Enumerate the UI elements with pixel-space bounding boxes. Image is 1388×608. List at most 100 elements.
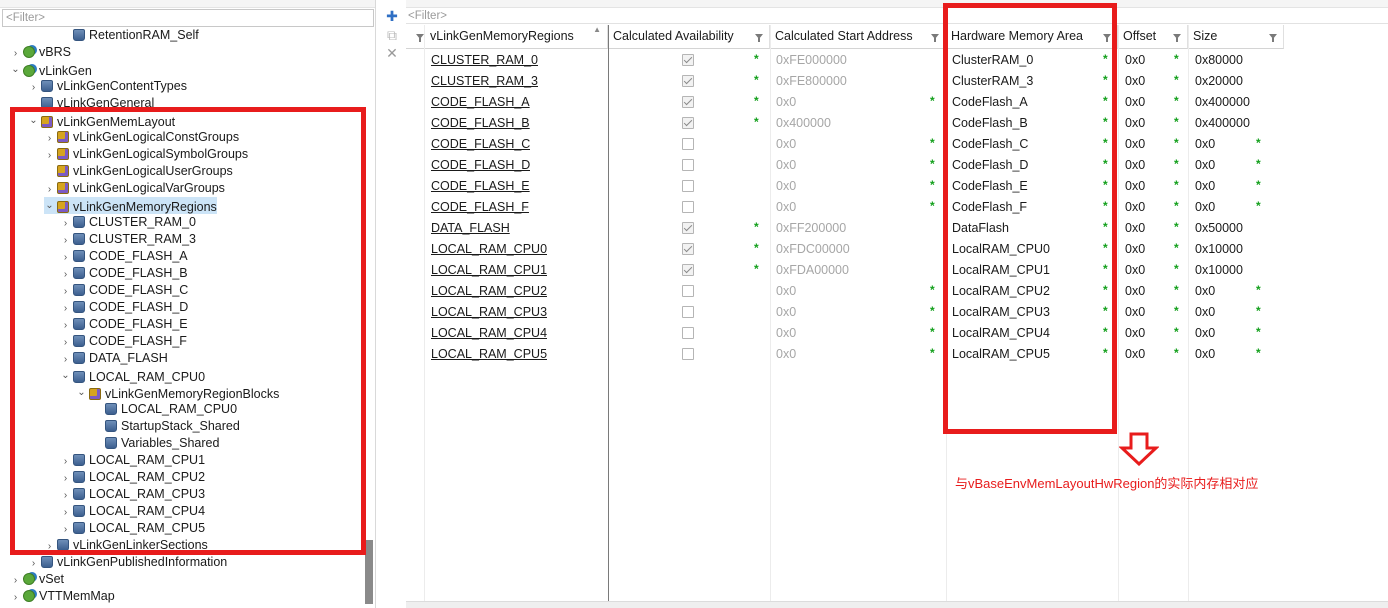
hardware-area-value[interactable]: ClusterRAM_0 bbox=[952, 50, 1033, 71]
hardware-area-value[interactable]: CodeFlash_C bbox=[952, 134, 1028, 155]
availability-checkbox[interactable] bbox=[682, 201, 694, 213]
tree-item[interactable]: › vBRS bbox=[10, 44, 71, 61]
chevron-right-icon[interactable]: › bbox=[60, 283, 71, 300]
sort-icon[interactable]: ▲ bbox=[593, 26, 601, 34]
tree-item[interactable]: › vLinkGenContentTypes bbox=[28, 78, 187, 95]
chevron-right-icon[interactable]: › bbox=[60, 521, 71, 538]
offset-value[interactable]: 0x0 bbox=[1125, 92, 1145, 113]
offset-value[interactable]: 0x0 bbox=[1125, 260, 1145, 281]
availability-checkbox[interactable] bbox=[682, 264, 694, 276]
offset-value[interactable]: 0x0 bbox=[1125, 218, 1145, 239]
availability-checkbox[interactable] bbox=[682, 222, 694, 234]
tree-scrollbar[interactable] bbox=[365, 540, 373, 604]
tree-item[interactable]: › vLinkGenLogicalSymbolGroups bbox=[44, 146, 248, 163]
region-name-link[interactable]: CODE_FLASH_A bbox=[431, 92, 530, 113]
tree-item[interactable]: › DATA_FLASH bbox=[60, 350, 168, 367]
tree-item[interactable]: StartupStack_Shared bbox=[92, 418, 240, 435]
tree-item[interactable]: › vLinkGenLinkerSections bbox=[44, 537, 208, 554]
size-value[interactable]: 0x0 bbox=[1195, 176, 1215, 197]
tree-item[interactable]: vLinkGenGeneral bbox=[28, 95, 154, 112]
tree-item[interactable]: › CLUSTER_RAM_0 bbox=[60, 214, 196, 231]
chevron-right-icon[interactable]: › bbox=[60, 334, 71, 351]
tree-item[interactable]: › vLinkGenLogicalVarGroups bbox=[44, 180, 225, 197]
tree-item[interactable]: › CODE_FLASH_D bbox=[60, 299, 189, 316]
size-value[interactable]: 0x20000 bbox=[1195, 71, 1243, 92]
tree-item[interactable]: › CODE_FLASH_A bbox=[60, 248, 188, 265]
tree-item[interactable]: › CLUSTER_RAM_3 bbox=[60, 231, 196, 248]
chevron-right-icon[interactable]: › bbox=[60, 351, 71, 368]
delete-icon[interactable]: ✕ bbox=[385, 46, 399, 60]
size-value[interactable]: 0x0 bbox=[1195, 302, 1215, 323]
chevron-right-icon[interactable]: › bbox=[44, 147, 55, 164]
grid-filter-input[interactable]: <Filter> bbox=[406, 9, 1388, 24]
offset-value[interactable]: 0x0 bbox=[1125, 302, 1145, 323]
tree-item[interactable]: › vLinkGenPublishedInformation bbox=[28, 554, 227, 571]
filter-icon[interactable] bbox=[1103, 34, 1111, 42]
chevron-down-icon[interactable]: ⌄ bbox=[76, 384, 87, 401]
tree-item[interactable]: › VTTMemMap bbox=[10, 588, 115, 605]
availability-checkbox[interactable] bbox=[682, 348, 694, 360]
availability-checkbox[interactable] bbox=[682, 243, 694, 255]
size-value[interactable]: 0x0 bbox=[1195, 344, 1215, 365]
filter-icon[interactable] bbox=[1269, 34, 1277, 42]
availability-checkbox[interactable] bbox=[682, 180, 694, 192]
filter-icon[interactable] bbox=[1173, 34, 1181, 42]
chevron-right-icon[interactable]: › bbox=[60, 470, 71, 487]
tree-item[interactable]: ⌄ LOCAL_RAM_CPU0 bbox=[60, 367, 205, 384]
tree-item[interactable]: ⌄ vLinkGen bbox=[10, 61, 92, 78]
filter-icon[interactable] bbox=[931, 34, 939, 42]
tree-item[interactable]: › CODE_FLASH_E bbox=[60, 316, 188, 333]
hardware-area-value[interactable]: CodeFlash_A bbox=[952, 92, 1028, 113]
chevron-right-icon[interactable]: › bbox=[60, 232, 71, 249]
hardware-area-value[interactable]: LocalRAM_CPU1 bbox=[952, 260, 1050, 281]
hardware-area-value[interactable]: CodeFlash_E bbox=[952, 176, 1028, 197]
add-icon[interactable]: ✚ bbox=[385, 9, 399, 23]
region-name-link[interactable]: LOCAL_RAM_CPU1 bbox=[431, 260, 547, 281]
chevron-right-icon[interactable]: › bbox=[60, 317, 71, 334]
offset-value[interactable]: 0x0 bbox=[1125, 113, 1145, 134]
tree-item[interactable]: Variables_Shared bbox=[92, 435, 219, 452]
chevron-right-icon[interactable]: › bbox=[10, 589, 21, 606]
hardware-area-value[interactable]: DataFlash bbox=[952, 218, 1009, 239]
size-value[interactable]: 0x80000 bbox=[1195, 50, 1243, 71]
chevron-right-icon[interactable]: › bbox=[44, 130, 55, 147]
hardware-area-value[interactable]: LocalRAM_CPU0 bbox=[952, 239, 1050, 260]
size-value[interactable]: 0x0 bbox=[1195, 281, 1215, 302]
tree-item[interactable]: › LOCAL_RAM_CPU5 bbox=[60, 520, 205, 537]
availability-checkbox[interactable] bbox=[682, 327, 694, 339]
tree-item[interactable]: › vSet bbox=[10, 571, 64, 588]
hardware-area-value[interactable]: LocalRAM_CPU4 bbox=[952, 323, 1050, 344]
column-header[interactable]: Hardware Memory Area bbox=[946, 25, 1118, 49]
column-header[interactable]: Offset bbox=[1118, 25, 1188, 49]
tree-item[interactable]: › CODE_FLASH_F bbox=[60, 333, 187, 350]
duplicate-icon[interactable]: ⧉ bbox=[385, 28, 399, 42]
filter-icon[interactable] bbox=[416, 34, 424, 42]
availability-checkbox[interactable] bbox=[682, 285, 694, 297]
region-name-link[interactable]: CODE_FLASH_F bbox=[431, 197, 529, 218]
chevron-right-icon[interactable]: › bbox=[44, 538, 55, 555]
chevron-right-icon[interactable]: › bbox=[10, 572, 21, 589]
availability-checkbox[interactable] bbox=[682, 75, 694, 87]
tree-item[interactable]: › CODE_FLASH_C bbox=[60, 282, 189, 300]
size-value[interactable]: 0x0 bbox=[1195, 134, 1215, 155]
hardware-area-value[interactable]: LocalRAM_CPU3 bbox=[952, 302, 1050, 323]
chevron-right-icon[interactable]: › bbox=[60, 249, 71, 266]
region-name-link[interactable]: CLUSTER_RAM_0 bbox=[431, 50, 538, 71]
tree-item[interactable]: vLinkGenLogicalUserGroups bbox=[44, 163, 233, 180]
offset-value[interactable]: 0x0 bbox=[1125, 155, 1145, 176]
region-name-link[interactable]: CLUSTER_RAM_3 bbox=[431, 71, 538, 92]
offset-value[interactable]: 0x0 bbox=[1125, 134, 1145, 155]
size-value[interactable]: 0x0 bbox=[1195, 155, 1215, 176]
region-name-link[interactable]: CODE_FLASH_E bbox=[431, 176, 530, 197]
chevron-right-icon[interactable]: › bbox=[60, 487, 71, 504]
chevron-down-icon[interactable]: ⌄ bbox=[60, 367, 71, 384]
offset-value[interactable]: 0x0 bbox=[1125, 344, 1145, 365]
tree-item[interactable]: › LOCAL_RAM_CPU4 bbox=[60, 503, 205, 520]
chevron-right-icon[interactable]: › bbox=[60, 504, 71, 521]
hardware-area-value[interactable]: CodeFlash_F bbox=[952, 197, 1027, 218]
hardware-area-value[interactable]: LocalRAM_CPU5 bbox=[952, 344, 1050, 365]
region-name-link[interactable]: CODE_FLASH_D bbox=[431, 155, 530, 176]
chevron-right-icon[interactable]: › bbox=[60, 215, 71, 232]
offset-value[interactable]: 0x0 bbox=[1125, 176, 1145, 197]
region-name-link[interactable]: LOCAL_RAM_CPU2 bbox=[431, 281, 547, 302]
